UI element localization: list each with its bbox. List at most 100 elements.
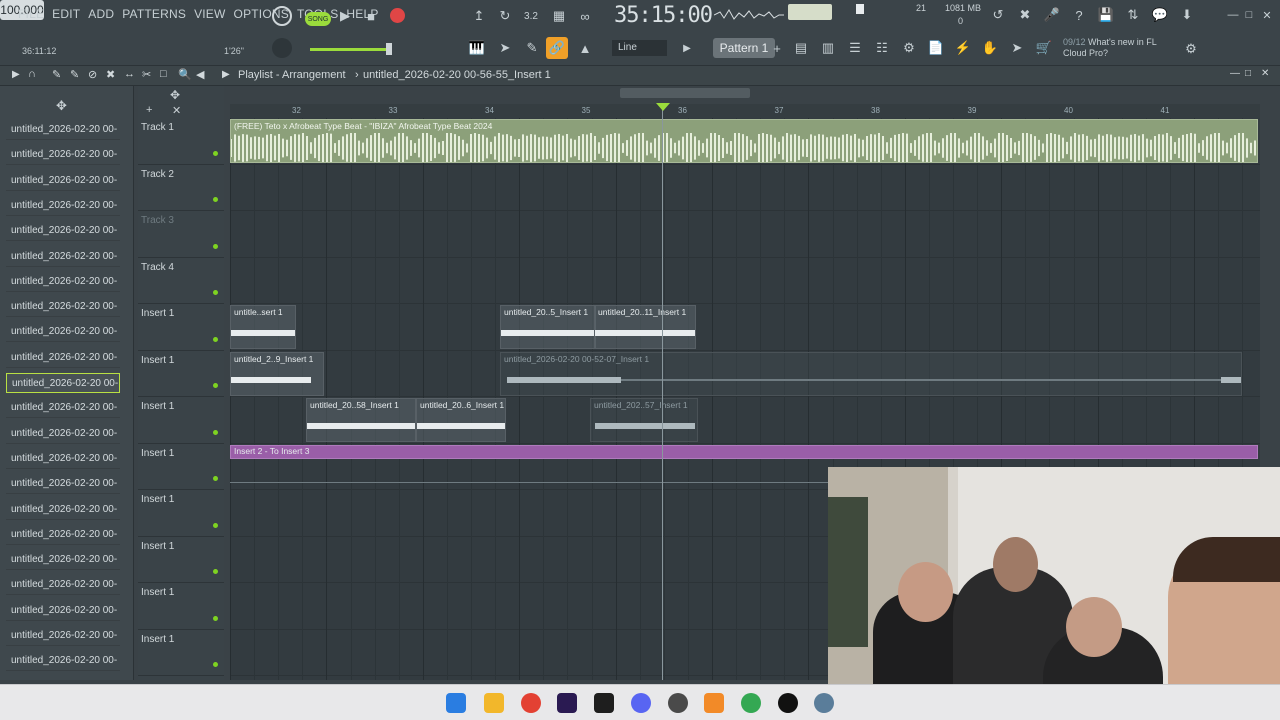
timeline-ruler[interactable]: 32 33 34 35 36 37 38 39 40 41 xyxy=(230,104,1260,118)
link-icon[interactable]: 🔗 xyxy=(546,37,568,59)
master-pitch-knob[interactable] xyxy=(272,38,292,58)
slice-icon[interactable]: ✂ xyxy=(142,68,151,81)
playhead-marker-icon[interactable] xyxy=(656,103,670,111)
tools-icon[interactable]: ✖ xyxy=(1014,4,1036,26)
track-header[interactable]: Insert 1 xyxy=(138,444,224,490)
browser-item[interactable]: untitled_2026-02-20 00- xyxy=(6,272,120,292)
pattern-prev-icon[interactable]: ▶ xyxy=(676,37,698,59)
plugin-picker-icon[interactable]: ⚡ xyxy=(952,37,974,59)
browser-item[interactable]: untitled_2026-02-20 00- xyxy=(6,171,120,191)
track-activity-icon[interactable] xyxy=(213,336,218,342)
track-activity-icon[interactable] xyxy=(213,429,218,435)
help-icon[interactable]: ? xyxy=(1068,4,1090,26)
playlist-move-icon[interactable]: ✥ xyxy=(170,88,180,102)
browser-item[interactable]: untitled_2026-02-20 00- xyxy=(6,221,120,242)
chrome-icon[interactable] xyxy=(521,693,541,713)
obs-icon[interactable] xyxy=(668,693,688,713)
loop-record-icon[interactable]: ∞ xyxy=(574,5,596,27)
track-header[interactable]: Insert 1 xyxy=(138,490,224,537)
close-icon[interactable]: ✕ xyxy=(1256,4,1278,26)
settings-gear-icon[interactable]: ⚙ xyxy=(1180,38,1202,60)
track-header[interactable]: Track 2 xyxy=(138,165,224,211)
clip-insert-c[interactable]: untitled_20..11_Insert 1 xyxy=(594,305,696,349)
playhead[interactable] xyxy=(662,104,663,680)
menu-view[interactable]: VIEW xyxy=(194,7,225,21)
browser-item[interactable]: untitled_2026-02-20 00- xyxy=(6,575,120,596)
browser-item[interactable]: untitled_2026-02-20 00- xyxy=(6,449,120,469)
undo-icon[interactable]: ↺ xyxy=(987,4,1009,26)
menu-file[interactable]: FILE xyxy=(18,7,44,21)
clip-insert-f[interactable]: untitled_20..58_Insert 1 xyxy=(306,398,416,442)
browser-item[interactable]: untitled_2026-02-20 00- xyxy=(6,601,120,621)
countdown-icon[interactable]: 3.2 xyxy=(520,5,542,27)
premiere-icon[interactable] xyxy=(557,693,577,713)
playlist-maximize-icon[interactable]: □ xyxy=(1245,68,1251,79)
wait-record-icon[interactable]: ↻ xyxy=(494,5,516,27)
paint-icon[interactable]: ✎ xyxy=(70,68,79,81)
file-explorer-icon[interactable] xyxy=(484,693,504,713)
automation-clip[interactable]: Insert 2 - To Insert 3 xyxy=(230,445,1258,459)
mute-icon[interactable]: ✖ xyxy=(106,68,115,81)
chat-icon[interactable]: 💬 xyxy=(1149,4,1171,26)
zoom-icon[interactable]: 🔍 xyxy=(178,68,192,81)
master-volume-slider[interactable] xyxy=(310,48,390,51)
horizontal-scrollbar[interactable] xyxy=(620,88,750,98)
add-track-icon[interactable]: + xyxy=(146,104,152,116)
clip-insert-e[interactable]: untitled_2026-02-20 00-52-07_Insert 1 xyxy=(500,351,1242,396)
download-icon[interactable]: ⬇ xyxy=(1176,4,1198,26)
track-header[interactable]: Insert 1 xyxy=(138,630,224,676)
playlist-minimize-icon[interactable]: — xyxy=(1230,68,1240,79)
browser-item[interactable]: untitled_2026-02-20 00- xyxy=(6,348,120,368)
menu-edit[interactable]: EDIT xyxy=(52,7,80,21)
metronome-icon[interactable]: ↥ xyxy=(468,5,490,27)
start-icon[interactable] xyxy=(446,693,466,713)
file-icon[interactable]: 📄 xyxy=(925,37,947,59)
playback-icon[interactable]: ◀ xyxy=(196,68,204,81)
clip-insert-g[interactable]: untitled_20..6_Insert 1 xyxy=(416,398,506,442)
play-button[interactable]: ▶ xyxy=(334,5,356,27)
capcut-icon[interactable] xyxy=(594,693,614,713)
news-panel[interactable]: 09/12 What's new in FL Cloud Pro? xyxy=(1063,37,1157,59)
save-icon[interactable]: 💾 xyxy=(1095,4,1117,26)
stop-button[interactable]: ■ xyxy=(360,5,382,27)
mixer-icon[interactable]: ☰ xyxy=(844,37,866,59)
microphone-icon[interactable]: 🎤 xyxy=(1041,4,1063,26)
snap-selector[interactable]: Line xyxy=(612,40,667,56)
track-activity-icon[interactable] xyxy=(213,150,218,156)
slip-icon[interactable]: ↔ xyxy=(124,68,135,80)
draw-pencil-icon[interactable]: ✎ xyxy=(52,68,61,81)
blend-notes-icon[interactable]: ▦ xyxy=(548,5,570,27)
touch-icon[interactable]: ✋ xyxy=(979,37,1001,59)
browser-item[interactable]: untitled_2026-02-20 00- xyxy=(6,500,120,520)
browser-item[interactable]: untitled_2026-02-20 00- xyxy=(6,398,120,419)
browser-item[interactable]: untitled_2026-02-20 00- xyxy=(6,525,120,545)
select-icon[interactable]: □ xyxy=(160,68,167,80)
browser-icon[interactable]: ⚙ xyxy=(898,37,920,59)
track-activity-icon[interactable] xyxy=(213,383,218,388)
stamp-icon[interactable]: ▲ xyxy=(574,37,596,59)
plugin-icon[interactable]: ☷ xyxy=(871,37,893,59)
playlist-menu-icon[interactable]: ▶ xyxy=(12,69,20,80)
track-activity-icon[interactable] xyxy=(213,290,218,295)
record-button[interactable] xyxy=(390,8,405,23)
track-activity-icon[interactable] xyxy=(213,569,218,574)
pencil-icon[interactable]: ✎ xyxy=(521,37,543,59)
browser-item[interactable]: untitled_2026-02-20 00- xyxy=(6,247,120,267)
track-activity-icon[interactable] xyxy=(213,615,218,621)
volume-handle[interactable] xyxy=(386,43,392,55)
playlist-close-icon[interactable]: ✕ xyxy=(1261,68,1269,79)
track-header[interactable]: Insert 1 xyxy=(138,351,224,397)
browser-item[interactable]: untitled_2026-02-20 00- xyxy=(6,120,120,140)
menu-add[interactable]: ADD xyxy=(88,7,114,21)
settings-icon[interactable] xyxy=(814,693,834,713)
browser-item[interactable]: untitled_2026-02-20 00- xyxy=(6,145,120,166)
track-activity-icon[interactable] xyxy=(213,197,218,202)
browser-item[interactable]: untitled_2026-02-20 00- xyxy=(6,424,120,444)
fl-studio-icon[interactable] xyxy=(704,693,724,713)
browser-item[interactable]: untitled_2026-02-20 00- xyxy=(6,196,120,216)
browser-item[interactable]: untitled_2026-02-20 00- xyxy=(6,474,120,495)
track-header[interactable]: Insert 1 xyxy=(138,537,224,583)
magnet-icon[interactable]: ∩ xyxy=(28,68,36,80)
browser-item[interactable]: untitled_2026-02-20 00- xyxy=(6,651,120,672)
track-header[interactable]: Track 4 xyxy=(138,258,224,304)
